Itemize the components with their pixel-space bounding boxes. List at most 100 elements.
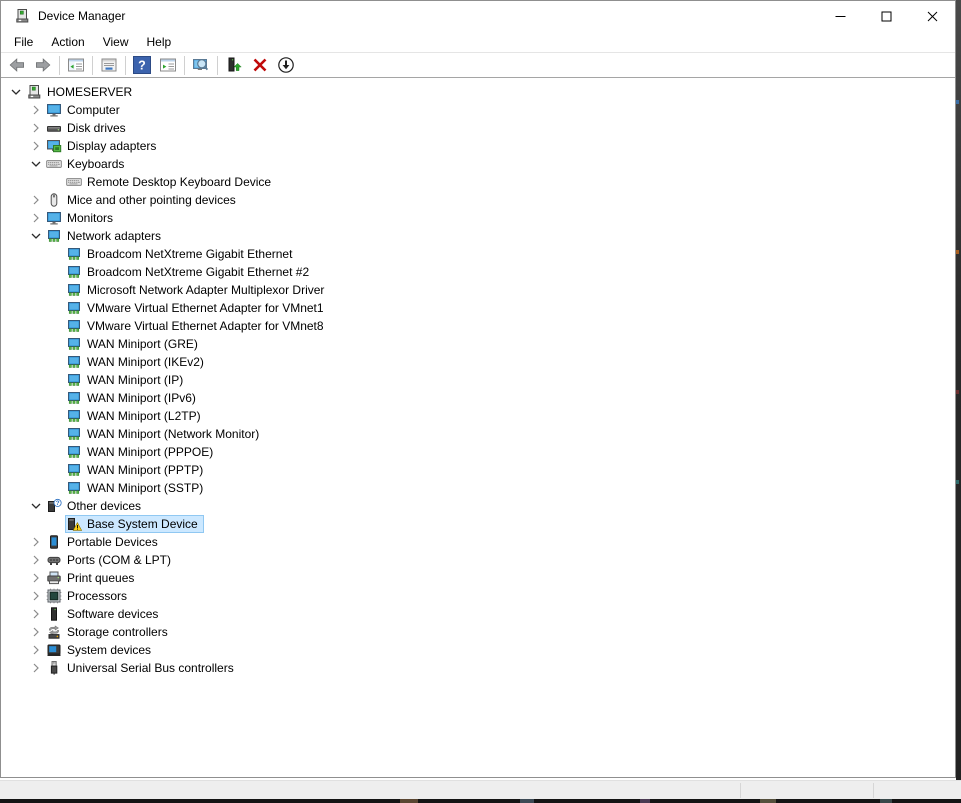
tree-item-remote-desktop-keyboard-device[interactable]: Remote Desktop Keyboard Device <box>1 173 955 191</box>
tree-item-body[interactable]: Mice and other pointing devices <box>45 191 242 209</box>
tree-item-ports-com-lpt[interactable]: Ports (COM & LPT) <box>1 551 955 569</box>
tree-item-body[interactable]: Remote Desktop Keyboard Device <box>65 173 277 191</box>
close-button[interactable] <box>909 1 955 31</box>
tree-item-body[interactable]: Computer <box>45 101 126 119</box>
tree-item-body[interactable]: Processors <box>45 587 133 605</box>
tree-item-body[interactable]: Storage controllers <box>45 623 174 641</box>
tree-item-body[interactable]: HOMESERVER <box>25 83 138 101</box>
tree-item-body[interactable]: Software devices <box>45 605 164 623</box>
tree-item-display-adapters[interactable]: Display adapters <box>1 137 955 155</box>
chevron-right-icon[interactable] <box>27 606 45 622</box>
tree-item-body[interactable]: Network adapters <box>45 227 167 245</box>
back-button[interactable] <box>4 54 30 77</box>
chevron-down-icon[interactable] <box>27 228 45 244</box>
tree-item-keyboards[interactable]: Keyboards <box>1 155 955 173</box>
chevron-right-icon[interactable] <box>27 624 45 640</box>
tree-item-body[interactable]: WAN Miniport (PPTP) <box>65 461 209 479</box>
tree-item-computer[interactable]: Computer <box>1 101 955 119</box>
maximize-button[interactable] <box>863 1 909 31</box>
console-tree-button[interactable] <box>63 54 89 77</box>
chevron-right-icon[interactable] <box>27 102 45 118</box>
tree-item-body[interactable]: Ports (COM & LPT) <box>45 551 177 569</box>
tree-item-body[interactable]: WAN Miniport (IPv6) <box>65 389 202 407</box>
tree-item-homeserver[interactable]: HOMESERVER <box>1 83 955 101</box>
chevron-down-icon[interactable] <box>7 84 25 100</box>
tree-item-disk-drives[interactable]: Disk drives <box>1 119 955 137</box>
tree-item-body[interactable]: Portable Devices <box>45 533 164 551</box>
title-bar[interactable]: Device Manager <box>1 1 955 31</box>
tree-item-wan-miniport-ip[interactable]: WAN Miniport (IP) <box>1 371 955 389</box>
tree-item-storage-controllers[interactable]: Storage controllers <box>1 623 955 641</box>
tree-item-wan-miniport-sstp[interactable]: WAN Miniport (SSTP) <box>1 479 955 497</box>
tree-item-body[interactable]: Keyboards <box>45 155 130 173</box>
minimize-button[interactable] <box>817 1 863 31</box>
tree-item-wan-miniport-pppoe[interactable]: WAN Miniport (PPPOE) <box>1 443 955 461</box>
tree-item-mice-and-other-pointing-devices[interactable]: Mice and other pointing devices <box>1 191 955 209</box>
tree-item-network-adapters[interactable]: Network adapters <box>1 227 955 245</box>
selected-tree-item[interactable]: Base System Device <box>65 515 204 533</box>
tree-item-body[interactable]: Display adapters <box>45 137 162 155</box>
menu-item-view[interactable]: View <box>94 32 138 52</box>
tree-item-universal-serial-bus-controllers[interactable]: Universal Serial Bus controllers <box>1 659 955 677</box>
menu-item-help[interactable]: Help <box>138 32 181 52</box>
chevron-right-icon[interactable] <box>27 642 45 658</box>
tree-item-body[interactable]: Microsoft Network Adapter Multiplexor Dr… <box>65 281 330 299</box>
chevron-right-icon[interactable] <box>27 138 45 154</box>
tree-item-body[interactable]: WAN Miniport (IP) <box>65 371 189 389</box>
tree-item-wan-miniport-network-monitor[interactable]: WAN Miniport (Network Monitor) <box>1 425 955 443</box>
tree-item-monitors[interactable]: Monitors <box>1 209 955 227</box>
tree-item-software-devices[interactable]: Software devices <box>1 605 955 623</box>
update-driver-button[interactable] <box>221 54 247 77</box>
tree-item-body[interactable]: WAN Miniport (Network Monitor) <box>65 425 265 443</box>
tree-item-wan-miniport-ikev2[interactable]: WAN Miniport (IKEv2) <box>1 353 955 371</box>
uninstall-button[interactable] <box>247 54 273 77</box>
properties-button[interactable] <box>96 54 122 77</box>
action-pane-button[interactable] <box>155 54 181 77</box>
tree-item-wan-miniport-gre[interactable]: WAN Miniport (GRE) <box>1 335 955 353</box>
help-button[interactable]: ? <box>129 54 155 77</box>
tree-item-processors[interactable]: Processors <box>1 587 955 605</box>
tree-item-body[interactable]: WAN Miniport (IKEv2) <box>65 353 210 371</box>
tree-item-base-system-device[interactable]: Base System Device <box>1 515 955 533</box>
tree-item-microsoft-network-adapter-multiplexor-driver[interactable]: Microsoft Network Adapter Multiplexor Dr… <box>1 281 955 299</box>
tree-item-portable-devices[interactable]: Portable Devices <box>1 533 955 551</box>
tree-item-vmware-virtual-ethernet-adapter-for-vmnet8[interactable]: VMware Virtual Ethernet Adapter for VMne… <box>1 317 955 335</box>
chevron-right-icon[interactable] <box>27 552 45 568</box>
tree-item-body[interactable]: WAN Miniport (L2TP) <box>65 407 207 425</box>
tree-item-body[interactable]: WAN Miniport (PPPOE) <box>65 443 219 461</box>
menu-item-action[interactable]: Action <box>42 32 93 52</box>
tree-item-body[interactable]: Universal Serial Bus controllers <box>45 659 240 677</box>
tree-item-body[interactable]: ?Other devices <box>45 497 147 515</box>
chevron-right-icon[interactable] <box>27 570 45 586</box>
tree-item-body[interactable]: WAN Miniport (SSTP) <box>65 479 209 497</box>
tree-item-body[interactable]: Print queues <box>45 569 140 587</box>
tree-item-body[interactable]: Broadcom NetXtreme Gigabit Ethernet <box>65 245 298 263</box>
chevron-right-icon[interactable] <box>27 120 45 136</box>
disable-button[interactable] <box>273 54 299 77</box>
tree-item-print-queues[interactable]: Print queues <box>1 569 955 587</box>
menu-item-file[interactable]: File <box>5 32 42 52</box>
chevron-down-icon[interactable] <box>27 498 45 514</box>
tree-item-broadcom-netxtreme-gigabit-ethernet[interactable]: Broadcom NetXtreme Gigabit Ethernet <box>1 245 955 263</box>
chevron-right-icon[interactable] <box>27 588 45 604</box>
chevron-down-icon[interactable] <box>27 156 45 172</box>
scan-hardware-button[interactable] <box>188 54 214 77</box>
chevron-right-icon[interactable] <box>27 210 45 226</box>
tree-item-body[interactable]: Broadcom NetXtreme Gigabit Ethernet #2 <box>65 263 315 281</box>
tree-item-vmware-virtual-ethernet-adapter-for-vmnet1[interactable]: VMware Virtual Ethernet Adapter for VMne… <box>1 299 955 317</box>
tree-item-body[interactable]: VMware Virtual Ethernet Adapter for VMne… <box>65 317 330 335</box>
forward-button[interactable] <box>30 54 56 77</box>
chevron-right-icon[interactable] <box>27 192 45 208</box>
tree-item-broadcom-netxtreme-gigabit-ethernet-2[interactable]: Broadcom NetXtreme Gigabit Ethernet #2 <box>1 263 955 281</box>
tree-item-body[interactable]: VMware Virtual Ethernet Adapter for VMne… <box>65 299 330 317</box>
tree-item-body[interactable]: Monitors <box>45 209 119 227</box>
chevron-right-icon[interactable] <box>27 660 45 676</box>
tree-item-system-devices[interactable]: System devices <box>1 641 955 659</box>
tree-item-other-devices[interactable]: ?Other devices <box>1 497 955 515</box>
tree-item-body[interactable]: System devices <box>45 641 157 659</box>
tree-item-wan-miniport-pptp[interactable]: WAN Miniport (PPTP) <box>1 461 955 479</box>
tree-item-wan-miniport-l2tp[interactable]: WAN Miniport (L2TP) <box>1 407 955 425</box>
tree-item-body[interactable]: WAN Miniport (GRE) <box>65 335 204 353</box>
chevron-right-icon[interactable] <box>27 534 45 550</box>
tree-item-wan-miniport-ipv6[interactable]: WAN Miniport (IPv6) <box>1 389 955 407</box>
